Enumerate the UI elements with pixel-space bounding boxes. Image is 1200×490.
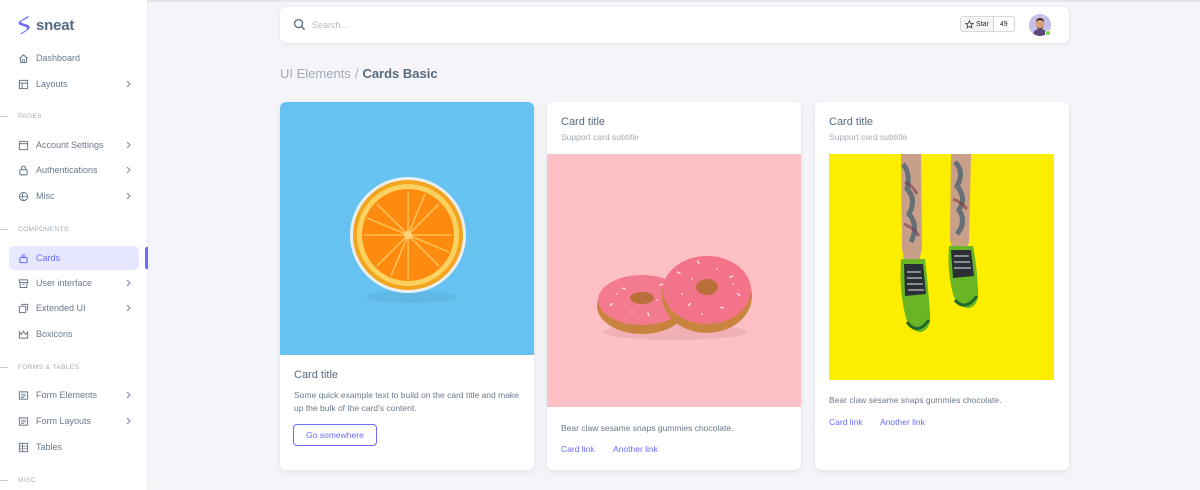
card-subtitle: Support card subtitle: [561, 132, 639, 142]
sidebar-item-label: Account Settings: [36, 140, 104, 150]
top-border: [0, 0, 1200, 2]
home-icon: [18, 53, 29, 64]
star-button-label[interactable]: Star: [961, 17, 994, 31]
dock-icon: [18, 140, 29, 151]
another-link[interactable]: Another link: [613, 444, 658, 454]
sidebar-item-form-elements[interactable]: Form Elements: [9, 383, 139, 407]
card-link[interactable]: Card link: [829, 417, 863, 427]
brand[interactable]: sneat: [17, 15, 74, 35]
lock-icon: [18, 165, 29, 176]
sidebar: sneat Dashboard Layouts PAGES Account Se…: [0, 0, 148, 490]
table-icon: [18, 442, 29, 453]
menu-header-label: MISC: [18, 476, 36, 484]
copy-icon: [18, 303, 29, 314]
card-sneakers: Card title Support card subtitle Bear cl…: [815, 102, 1069, 470]
layout-icon: [18, 79, 29, 90]
search-input[interactable]: [312, 17, 712, 33]
chevron-right-icon: [125, 192, 132, 200]
brand-name: sneat: [36, 16, 75, 34]
sidebar-item-label: Extended UI: [36, 303, 86, 313]
card-link[interactable]: Card link: [561, 444, 595, 454]
card-subtitle: Support card subtitle: [829, 132, 907, 142]
divider: [0, 228, 8, 230]
chevron-right-icon: [125, 80, 132, 88]
sidebar-item-label: Layouts: [36, 79, 68, 89]
chevron-right-icon: [125, 166, 132, 174]
sidebar-item-label: Authentications: [36, 165, 98, 175]
chevron-right-icon: [125, 304, 132, 312]
sidebar-item-label: Dashboard: [36, 53, 81, 63]
card-orange: Card title Some quick example text to bu…: [280, 102, 534, 470]
online-status-dot: [1045, 30, 1051, 36]
sidebar-item-label: User interface: [36, 278, 93, 288]
menu-header-misc: MISC: [0, 475, 36, 485]
page-title: Cards Basic: [362, 66, 438, 81]
star-icon: [965, 19, 974, 29]
card-text: Bear claw sesame snaps gummies chocolate…: [561, 423, 734, 433]
breadcrumb-separator: /: [354, 66, 359, 81]
card-text: Some quick example text to build on the …: [294, 390, 519, 413]
collection-icon: [18, 253, 29, 264]
sidebar-item-layouts[interactable]: Layouts: [9, 72, 139, 96]
chevron-right-icon: [125, 391, 132, 399]
sidebar-item-label: Cards: [36, 253, 61, 263]
sidebar-item-form-layouts[interactable]: Form Layouts: [9, 409, 139, 433]
sidebar-item-extended-ui[interactable]: Extended UI: [9, 296, 139, 320]
sidebar-item-label: Boxicons: [36, 329, 73, 339]
sidebar-item-misc[interactable]: Misc: [9, 184, 139, 208]
menu-header-pages: PAGES: [0, 111, 42, 121]
menu-header-label: PAGES: [18, 112, 42, 120]
menu-header-components: COMPONENTS: [0, 224, 69, 234]
another-link[interactable]: Another link: [880, 417, 925, 427]
cube-icon: [18, 191, 29, 202]
breadcrumb: UI Elements / Cards Basic: [280, 66, 438, 81]
star-label: Star: [976, 20, 989, 28]
sidebar-item-account-settings[interactable]: Account Settings: [9, 133, 139, 157]
sneakers-image: [829, 154, 1054, 380]
card-title: Card title: [561, 116, 606, 128]
card-donuts: Card title Support card subtitle Bear cl…: [547, 102, 801, 470]
chevron-right-icon: [125, 417, 132, 425]
donuts-image: [547, 154, 801, 407]
menu-header-label: COMPONENTS: [18, 225, 69, 233]
sidebar-item-label: Misc: [36, 191, 55, 201]
sidebar-item-label: Form Elements: [36, 390, 98, 400]
divider: [0, 366, 8, 368]
sidebar-item-cards[interactable]: Cards: [9, 246, 139, 270]
sidebar-item-label: Tables: [36, 442, 63, 452]
breadcrumb-parent[interactable]: UI Elements: [280, 66, 351, 81]
star-count[interactable]: 49: [993, 17, 1014, 31]
sidebar-item-boxicons[interactable]: Boxicons: [9, 322, 139, 346]
card-text: Bear claw sesame snaps gummies chocolate…: [829, 395, 1002, 405]
go-somewhere-button[interactable]: Go somewhere: [293, 424, 377, 446]
chevron-right-icon: [125, 279, 132, 287]
detail-icon: [18, 416, 29, 427]
top-navbar: Star 49: [280, 7, 1069, 43]
box-icon: [18, 278, 29, 289]
sidebar-item-dashboard[interactable]: Dashboard: [9, 46, 139, 70]
sidebar-item-authentications[interactable]: Authentications: [9, 158, 139, 182]
active-indicator: [145, 247, 148, 269]
chevron-right-icon: [125, 141, 132, 149]
crown-icon: [18, 329, 29, 340]
divider: [0, 115, 8, 117]
search-icon[interactable]: [293, 18, 306, 31]
divider: [0, 479, 8, 481]
sidebar-item-label: Form Layouts: [36, 416, 92, 426]
card-title: Card title: [294, 369, 339, 381]
card-title: Card title: [829, 116, 874, 128]
menu-header-label: FORMS & TABLES: [18, 363, 80, 371]
menu-header-forms-tables: FORMS & TABLES: [0, 362, 79, 372]
detail-icon: [18, 390, 29, 401]
github-star-button[interactable]: Star 49: [960, 16, 1015, 32]
sneat-logo-icon: [18, 16, 30, 34]
sidebar-item-tables[interactable]: Tables: [9, 435, 139, 459]
orange-image: [280, 102, 534, 355]
sidebar-item-user-interface[interactable]: User interface: [9, 271, 139, 295]
